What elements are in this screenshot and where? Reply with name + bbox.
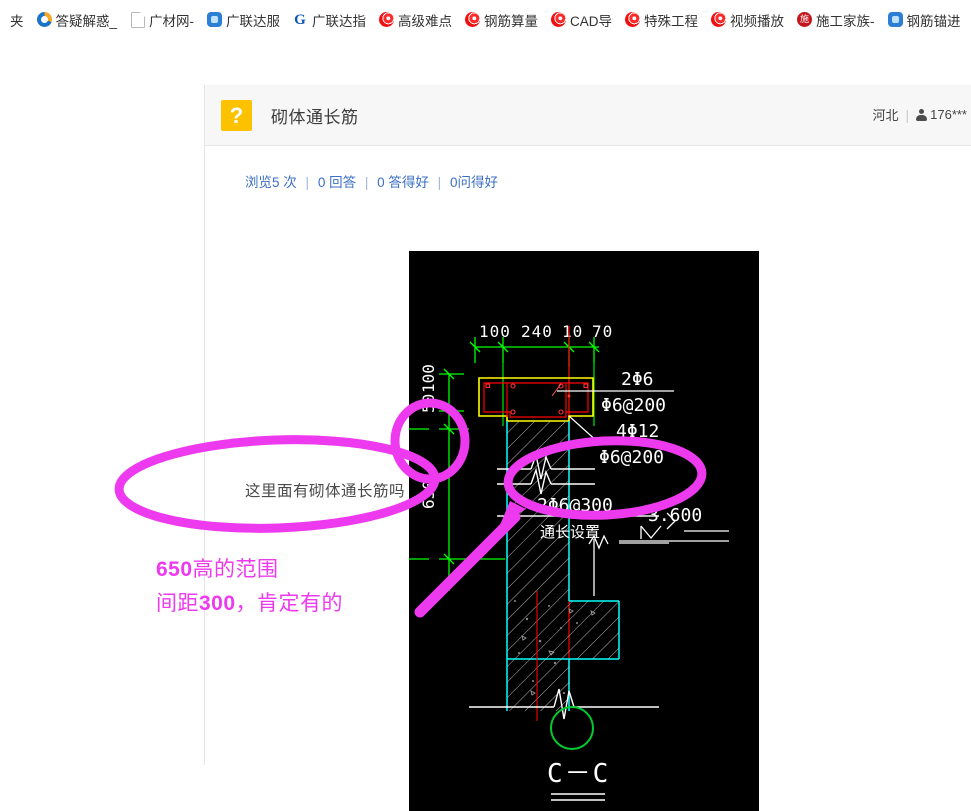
question-title: 砌体通长筋 [271,107,359,127]
bookmark-label: 夹 [10,13,24,29]
cad-label-4phi12: 4Φ12 [616,421,659,442]
bookmark-item[interactable]: CAD导 [544,7,618,33]
cad-dim-100: 100 [479,322,511,341]
user-name: 176*** [930,107,967,122]
cad-label-phi6-200-a: Φ6@200 [601,395,666,416]
bookmark-label: CAD导 [570,13,613,29]
bookmark-label: 视频播放 [730,13,785,29]
bookmark-item[interactable]: 视频播放 [704,7,790,33]
question-meta: 河北 | 176*** [872,105,967,124]
stat-separator-3: | [437,175,442,190]
stat-separator-2: | [364,175,369,190]
bookmark-item[interactable]: 钢筋锚进 [881,7,967,33]
stat-views[interactable]: 浏览5 次 [245,175,297,190]
red-spiral-icon [550,11,567,28]
bookmark-item[interactable]: 广联达服 [200,7,286,33]
red-spiral-icon [378,11,395,28]
bookmark-label: 钢筋算量 [484,13,539,29]
stat-good-answers[interactable]: 0 答得好 [377,175,429,190]
bookmark-item[interactable]: 承台有两 [967,7,971,33]
blue-lock-icon [887,11,903,28]
bookmark-label: 答疑解惑_ [55,13,118,29]
browser-bookmarks-bar: 夹答疑解惑_ 广材网- 广联达服 G 广联达指 高级难点 钢筋算量 CAD导 特殊工程 视频播放施… [0,0,971,40]
user-region: 河北 [872,108,899,123]
cad-section-title-group: C－C [547,759,610,801]
bookmark-item[interactable]: 特殊工程 [618,7,704,33]
question-badge-icon: ? [221,99,252,131]
bookmark-item[interactable]: 答疑解惑_ [30,7,124,33]
cad-dim-50: 50 [419,394,438,413]
bookmark-label: 施工家族- [816,13,875,29]
bookmark-item[interactable]: 钢筋算量 [458,7,544,33]
red-spiral-icon [710,11,727,28]
red-spiral-icon [464,11,481,28]
bookmark-label: 广联达服 [226,13,281,29]
cad-dim-70: 70 [592,322,613,341]
bookmark-label: 高级难点 [398,13,453,29]
stat-separator-1: | [305,175,310,190]
cad-dim-10: 10 [562,322,583,341]
cad-label-2phi6-300: 2Φ6@300 [537,495,613,516]
annotation-pink-line2-pre: 间距 [156,592,199,615]
page-body: ? 砌体通长筋 河北 | 176*** 浏览5 次 | 0 回答 | 0 答得好… [0,39,971,811]
question-card-header: ? 砌体通长筋 河北 | 176*** [205,85,971,146]
bookmark-item[interactable]: 广材网- [123,7,200,33]
bookmark-label: 广材网- [149,13,195,29]
cad-dim-100-left: 100 [419,364,438,393]
cad-label-elevation: 3.600 [648,505,702,526]
blue-lock-icon [206,11,223,28]
bookmark-label: 钢筋锚进 [906,13,961,29]
page-icon [129,11,146,28]
cad-label-phi6-200-b: Φ6@200 [599,447,664,468]
cad-top-dimension-text: 100 240 10 70 [479,322,613,341]
cad-dim-650: 650 [419,480,438,509]
letter-g-icon: G [294,11,306,28]
question-stats: 浏览5 次 | 0 回答 | 0 答得好 | 0问得好 [245,171,498,191]
user-avatar-icon [916,108,928,121]
red-spiral-icon [624,11,641,28]
swirl-icon [36,11,52,28]
cad-label-tongchang: 通长设置 [540,523,600,541]
bookmark-item[interactable]: 夹 [0,7,30,33]
cad-dim-240: 240 [521,322,553,341]
cad-drawing-image[interactable]: 100 240 10 70 50 100 650 2Φ6 Φ6@200 4Φ12… [409,251,759,811]
bookmark-label: 广联达指 [312,13,367,29]
stat-answers[interactable]: 0 回答 [318,175,356,190]
meta-separator: | [905,106,910,123]
dark-red-circle-icon: 施 [796,11,813,28]
bookmark-item[interactable]: G 广联达指 [286,7,372,33]
stat-good-questions[interactable]: 0问得好 [450,175,498,190]
cad-label-2phi6: 2Φ6 [621,369,654,390]
cad-section-title: C－C [547,759,610,789]
bookmark-label: 特殊工程 [644,13,699,29]
question-card: ? 砌体通长筋 河北 | 176*** 浏览5 次 | 0 回答 | 0 答得好… [204,85,971,811]
annotation-pink-650: 650 [156,558,193,581]
bookmark-item[interactable]: 施施工家族- [790,7,881,33]
bookmark-item[interactable]: 高级难点 [372,7,458,33]
